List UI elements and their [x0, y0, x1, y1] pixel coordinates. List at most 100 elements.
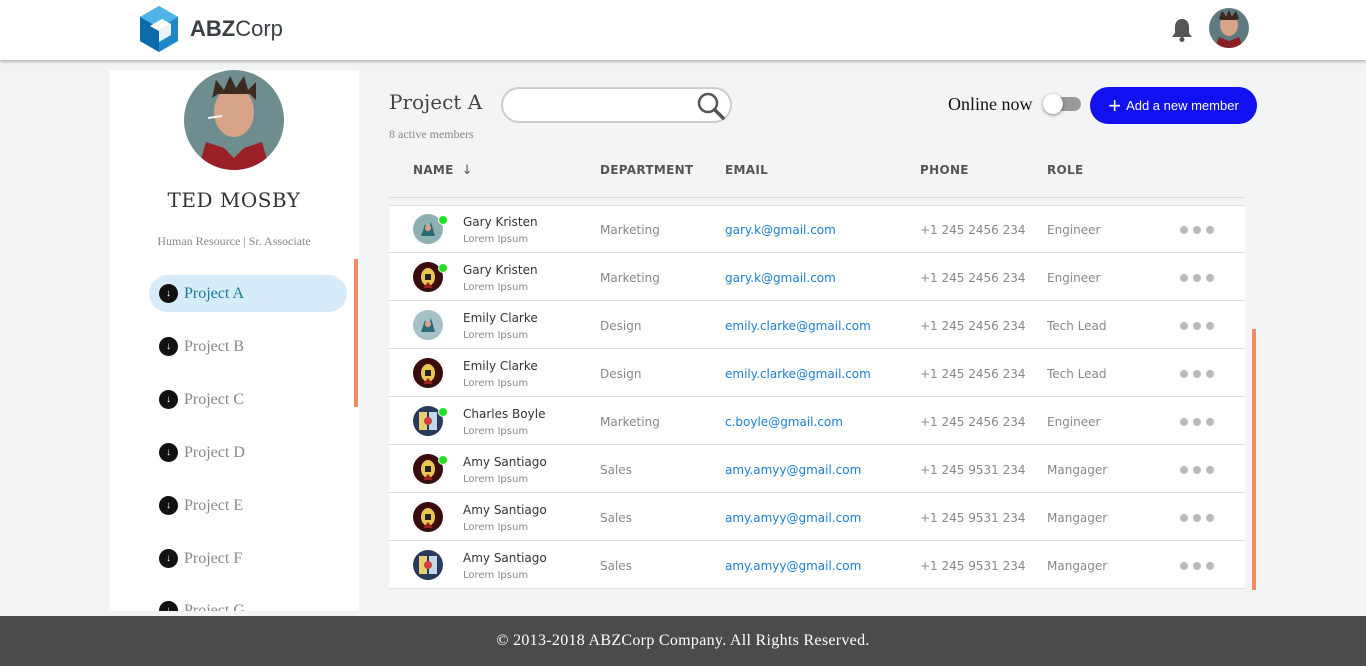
table-row[interactable]: Emily Clarke Lorem Ipsum Design emily.clark… — [389, 349, 1245, 397]
logo-icon — [140, 6, 178, 52]
project-item-g[interactable]: ↓ Project G — [149, 592, 347, 611]
member-name[interactable]: Gary Kristen — [463, 263, 538, 277]
search-icon[interactable] — [696, 91, 726, 121]
member-role: Engineer — [1047, 415, 1101, 429]
search-input[interactable] — [501, 87, 732, 123]
project-icon: ↓ — [159, 496, 178, 515]
online-now-toggle[interactable] — [1043, 94, 1081, 114]
member-name[interactable]: Charles Boyle — [463, 407, 545, 421]
project-icon: ↓ — [159, 549, 178, 568]
column-header-phone[interactable]: PHONE — [920, 163, 969, 177]
project-label: Project E — [184, 496, 244, 514]
brand-name: ABZCorp — [190, 16, 283, 41]
member-email[interactable]: amy.amyy@gmail.com — [725, 463, 861, 477]
table-row[interactable]: Amy Santiago Lorem Ipsum Sales amy.amyy@gma… — [389, 541, 1245, 589]
table-row[interactable]: Emily Clarke Lorem Ipsum Design emily.clark… — [389, 301, 1245, 349]
member-subtitle: Lorem Ipsum — [463, 330, 529, 341]
project-icon: ↓ — [159, 337, 178, 356]
member-phone: +1 245 9531 234 — [920, 463, 1026, 477]
member-avatar[interactable] — [413, 358, 443, 388]
member-subtitle: Lorem Ipsum — [463, 378, 529, 389]
member-subtitle: Lorem Ipsum — [463, 282, 529, 293]
member-avatar[interactable] — [413, 550, 443, 580]
project-list-scrollbar[interactable] — [354, 259, 358, 407]
project-icon: ↓ — [159, 390, 178, 409]
table-row[interactable]: Gary Kristen Lorem Ipsum Marketing gary.k@g… — [389, 205, 1245, 253]
project-item-d[interactable]: ↓ Project D — [149, 434, 347, 471]
more-options-icon[interactable] — [1180, 322, 1214, 330]
project-label: Project G — [184, 601, 245, 612]
member-email[interactable]: gary.k@gmail.com — [725, 223, 836, 237]
member-count: 8 active members — [389, 127, 474, 141]
sidebar: TED MOSBY Human Resource | Sr. Associate… — [109, 70, 359, 611]
member-avatar[interactable] — [413, 310, 443, 340]
online-status-dot — [438, 407, 448, 417]
add-member-button[interactable]: + Add a new member — [1090, 87, 1257, 124]
project-item-b[interactable]: ↓ Project B — [149, 328, 347, 365]
member-avatar[interactable] — [413, 502, 443, 532]
member-phone: +1 245 2456 234 — [920, 271, 1026, 285]
member-department: Marketing — [600, 271, 660, 285]
project-icon: ↓ — [159, 443, 178, 462]
member-subtitle: Lorem Ipsum — [463, 570, 529, 581]
member-phone: +1 245 2456 234 — [920, 415, 1026, 429]
sort-down-icon[interactable]: ↓ — [462, 163, 473, 178]
project-label: Project F — [184, 549, 243, 567]
member-department: Sales — [600, 463, 632, 477]
member-email[interactable]: amy.amyy@gmail.com — [725, 511, 861, 525]
footer: © 2013-2018 ABZCorp Company. All Rights … — [0, 616, 1366, 666]
more-options-icon[interactable] — [1180, 514, 1214, 522]
more-options-icon[interactable] — [1180, 562, 1214, 570]
project-item-c[interactable]: ↓ Project C — [149, 381, 347, 418]
more-options-icon[interactable] — [1180, 466, 1214, 474]
column-header-department[interactable]: DEPARTMENT — [600, 163, 693, 177]
project-item-e[interactable]: ↓ Project E — [149, 487, 347, 524]
more-options-icon[interactable] — [1180, 418, 1214, 426]
top-header: ABZCorp — [0, 0, 1366, 60]
page-title: Project A — [389, 90, 483, 114]
member-role: Mangager — [1047, 559, 1108, 573]
more-options-icon[interactable] — [1180, 370, 1214, 378]
member-name[interactable]: Amy Santiago — [463, 455, 547, 469]
user-avatar[interactable] — [1209, 8, 1249, 48]
brand-logo[interactable]: ABZCorp — [138, 4, 283, 54]
table-header: NAME ↓ DEPARTMENT EMAIL PHONE ROLE — [389, 150, 1245, 198]
table-row[interactable]: Gary Kristen Lorem Ipsum Marketing gary.k@g… — [389, 253, 1245, 301]
member-email[interactable]: gary.k@gmail.com — [725, 271, 836, 285]
column-header-name[interactable]: NAME ↓ — [413, 163, 473, 178]
member-role: Tech Lead — [1047, 367, 1107, 381]
member-department: Design — [600, 319, 642, 333]
member-name[interactable]: Emily Clarke — [463, 311, 538, 325]
profile-name: TED MOSBY — [167, 188, 301, 212]
online-status-dot — [438, 215, 448, 225]
project-label: Project D — [184, 443, 245, 461]
member-email[interactable]: c.boyle@gmail.com — [725, 415, 843, 429]
more-options-icon[interactable] — [1180, 226, 1214, 234]
member-name[interactable]: Gary Kristen — [463, 215, 538, 229]
column-header-role[interactable]: ROLE — [1047, 163, 1084, 177]
table-row[interactable]: Charles Boyle Lorem Ipsum Marketing c.boyle… — [389, 397, 1245, 445]
member-name[interactable]: Amy Santiago — [463, 551, 547, 565]
member-phone: +1 245 9531 234 — [920, 511, 1026, 525]
member-name[interactable]: Amy Santiago — [463, 503, 547, 517]
member-phone: +1 245 9531 234 — [920, 559, 1026, 573]
project-item-a[interactable]: ↓ Project A — [149, 275, 347, 312]
project-icon: ↓ — [159, 284, 178, 303]
table-row[interactable]: Amy Santiago Lorem Ipsum Sales amy.amyy@gma… — [389, 493, 1245, 541]
table-row[interactable]: Amy Santiago Lorem Ipsum Sales amy.amyy@gma… — [389, 445, 1245, 493]
member-name[interactable]: Emily Clarke — [463, 359, 538, 373]
online-now-label: Online now — [948, 94, 1033, 114]
member-email[interactable]: emily.clarke@gmail.com — [725, 319, 871, 333]
more-options-icon[interactable] — [1180, 274, 1214, 282]
member-email[interactable]: emily.clarke@gmail.com — [725, 367, 871, 381]
project-item-f[interactable]: ↓ Project F — [149, 540, 347, 577]
member-email[interactable]: amy.amyy@gmail.com — [725, 559, 861, 573]
bell-icon[interactable] — [1170, 17, 1194, 43]
member-department: Marketing — [600, 415, 660, 429]
column-header-email[interactable]: EMAIL — [725, 163, 768, 177]
member-subtitle: Lorem Ipsum — [463, 474, 529, 485]
profile-avatar[interactable] — [184, 70, 284, 170]
project-label: Project C — [184, 390, 244, 408]
table-scrollbar[interactable] — [1252, 329, 1256, 590]
member-phone: +1 245 2456 234 — [920, 223, 1026, 237]
